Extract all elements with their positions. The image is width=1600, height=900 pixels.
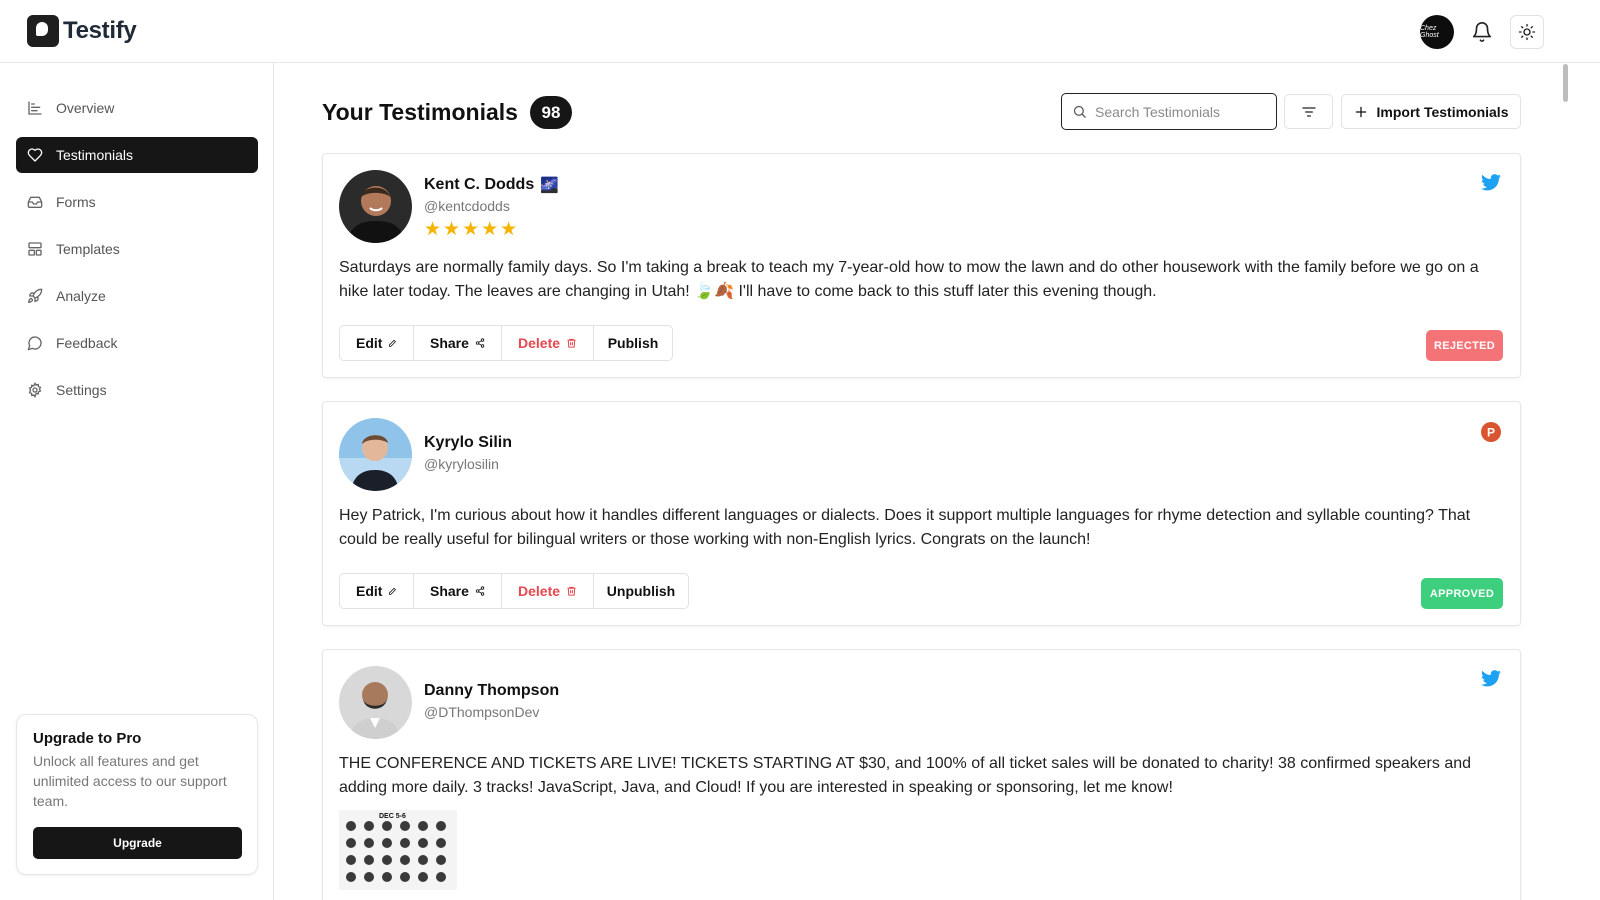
sidebar-item-templates[interactable]: Templates bbox=[16, 231, 258, 267]
import-testimonials-button[interactable]: Import Testimonials bbox=[1341, 94, 1521, 129]
unpublish-button[interactable]: Unpublish bbox=[594, 574, 688, 608]
edit-button[interactable]: Edit bbox=[340, 326, 414, 360]
image-date-label: DEC 5-6 bbox=[379, 813, 406, 820]
rating-stars: ★★★★★ bbox=[424, 219, 520, 240]
upgrade-title: Upgrade to Pro bbox=[33, 730, 142, 747]
testimonial-actions: Edit Share Delete Publish bbox=[339, 325, 673, 361]
upgrade-card: Upgrade to Pro Unlock all features and g… bbox=[16, 714, 258, 875]
sidebar-item-label: Testimonials bbox=[56, 147, 134, 163]
delete-label: Delete bbox=[518, 335, 561, 351]
gear-icon bbox=[28, 382, 42, 398]
sidebar-item-forms[interactable]: Forms bbox=[16, 184, 258, 220]
inbox-icon bbox=[27, 196, 43, 208]
author-handle: @kentcdodds bbox=[424, 198, 510, 214]
twitter-icon[interactable] bbox=[1481, 670, 1501, 692]
sidebar-item-label: Settings bbox=[56, 382, 107, 398]
theme-toggle-button[interactable] bbox=[1510, 15, 1544, 49]
sidebar-item-label: Templates bbox=[56, 241, 120, 257]
pencil-icon bbox=[389, 339, 397, 347]
pencil-icon bbox=[389, 587, 397, 595]
layout-icon bbox=[28, 242, 42, 256]
top-header: Testify Chez Ghost bbox=[0, 0, 1600, 63]
delete-label: Delete bbox=[518, 583, 561, 599]
search-box[interactable] bbox=[1061, 93, 1277, 130]
share-button[interactable]: Share bbox=[414, 574, 502, 608]
sidebar-item-settings[interactable]: Settings bbox=[16, 372, 258, 408]
filter-icon bbox=[1301, 106, 1316, 117]
testimonial-count-badge: 98 bbox=[529, 96, 572, 129]
share-button[interactable]: Share bbox=[414, 326, 502, 360]
search-icon bbox=[1073, 105, 1086, 118]
share-icon bbox=[475, 586, 485, 596]
upgrade-button[interactable]: Upgrade bbox=[33, 827, 242, 859]
testimonial-card: Kyrylo Silin @kyrylosilin P Hey Patrick,… bbox=[322, 401, 1521, 626]
user-avatar[interactable]: Chez Ghost bbox=[1420, 15, 1454, 49]
search-input[interactable] bbox=[1095, 103, 1265, 120]
page-title: Your Testimonials 98 bbox=[322, 96, 572, 129]
testimonial-author: Kent C. Dodds 🌌 @kentcdodds ★★★★★ bbox=[424, 176, 559, 241]
sidebar-item-analyze[interactable]: Analyze bbox=[16, 278, 258, 314]
sidebar-item-label: Feedback bbox=[56, 335, 118, 351]
trash-icon bbox=[567, 338, 576, 348]
sidebar-item-label: Forms bbox=[56, 194, 96, 210]
share-label: Share bbox=[430, 335, 469, 351]
sun-icon bbox=[1518, 23, 1536, 41]
testimonial-author: Danny Thompson @DThompsonDev bbox=[424, 672, 559, 720]
plus-icon bbox=[1355, 106, 1366, 117]
trash-icon bbox=[567, 586, 576, 596]
testimonial-text: Saturdays are normally family days. So I… bbox=[339, 259, 1479, 300]
publish-button[interactable]: Publish bbox=[594, 326, 672, 360]
sidebar-item-overview[interactable]: Overview bbox=[16, 90, 258, 126]
upgrade-description: Unlock all features and get unlimited ac… bbox=[33, 753, 227, 809]
sidebar: Overview Testimonials Forms Templates An… bbox=[0, 63, 274, 900]
testimonial-author: Kyrylo Silin @kyrylosilin bbox=[424, 424, 512, 472]
producthunt-icon[interactable]: P bbox=[1481, 422, 1501, 447]
bell-icon[interactable] bbox=[1468, 18, 1496, 46]
sidebar-item-testimonials[interactable]: Testimonials bbox=[16, 137, 258, 173]
edit-button[interactable]: Edit bbox=[340, 574, 414, 608]
page-title-text: Your Testimonials bbox=[322, 99, 518, 125]
rocket-icon bbox=[28, 288, 43, 303]
import-label: Import Testimonials bbox=[1376, 103, 1509, 120]
testimonial-text: THE CONFERENCE AND TICKETS ARE LIVE! TIC… bbox=[339, 755, 1472, 796]
share-label: Share bbox=[430, 583, 469, 599]
author-name: Kent C. Dodds 🌌 bbox=[424, 176, 559, 194]
delete-button[interactable]: Delete bbox=[502, 574, 594, 608]
galaxy-emoji: 🌌 bbox=[540, 177, 559, 194]
share-icon bbox=[475, 338, 485, 348]
edit-label: Edit bbox=[356, 335, 383, 351]
status-badge: REJECTED bbox=[1426, 330, 1503, 361]
sidebar-item-label: Overview bbox=[56, 100, 115, 116]
testimonial-card: Danny Thompson @DThompsonDev THE CONFERE… bbox=[322, 649, 1521, 900]
edit-label: Edit bbox=[356, 583, 383, 599]
testimonial-actions: Edit Share Delete Unpublish bbox=[339, 573, 689, 609]
testimonial-card: Kent C. Dodds 🌌 @kentcdodds ★★★★★ Saturd… bbox=[322, 153, 1521, 378]
message-icon bbox=[27, 336, 42, 351]
avatar bbox=[339, 170, 412, 243]
author-name: Kyrylo Silin bbox=[424, 434, 513, 451]
author-handle: @DThompsonDev bbox=[424, 704, 540, 720]
scrollbar[interactable] bbox=[1563, 64, 1568, 102]
status-badge: APPROVED bbox=[1421, 578, 1503, 609]
app-logo[interactable]: Testify bbox=[27, 15, 137, 47]
author-handle: @kyrylosilin bbox=[424, 456, 499, 472]
avatar bbox=[339, 418, 412, 491]
heart-icon bbox=[27, 148, 43, 162]
avatar bbox=[339, 666, 412, 739]
logo-icon bbox=[27, 15, 59, 47]
app-name: Testify bbox=[63, 17, 137, 44]
producthunt-letter: P bbox=[1487, 426, 1495, 440]
testimonial-text: Hey Patrick, I'm curious about how it ha… bbox=[339, 507, 1471, 548]
author-name-text: Kent C. Dodds bbox=[424, 176, 535, 193]
attached-image[interactable]: DEC 5-6 bbox=[339, 810, 457, 890]
chart-icon bbox=[28, 101, 42, 115]
filter-button[interactable] bbox=[1284, 94, 1333, 129]
twitter-icon[interactable] bbox=[1481, 174, 1501, 196]
author-name: Danny Thompson bbox=[424, 682, 560, 699]
sidebar-item-label: Analyze bbox=[56, 288, 106, 304]
delete-button[interactable]: Delete bbox=[502, 326, 594, 360]
sidebar-item-feedback[interactable]: Feedback bbox=[16, 325, 258, 361]
